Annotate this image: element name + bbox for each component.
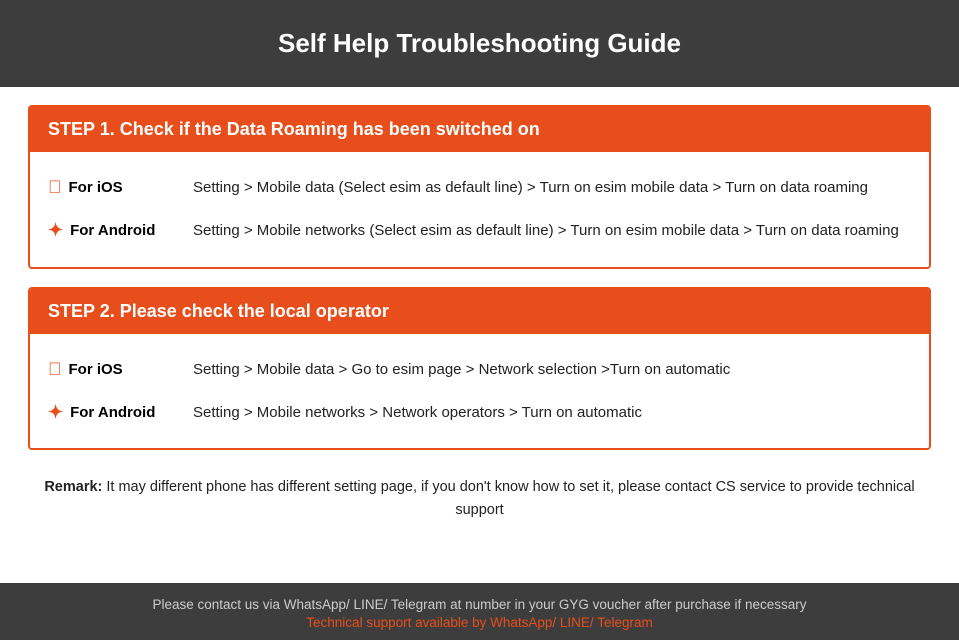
step1-android-label: ✦ For Android <box>48 219 193 241</box>
remark-section: Remark: It may different phone has diffe… <box>28 468 931 532</box>
page-title: Self Help Troubleshooting Guide <box>20 28 939 59</box>
step1-heading: STEP 1. Check if the Data Roaming has be… <box>48 119 540 139</box>
page-header: Self Help Troubleshooting Guide <box>0 0 959 87</box>
step2-header: STEP 2. Please check the local operator <box>30 289 929 334</box>
step2-body:  For iOS Setting > Mobile data > Go to … <box>30 334 929 449</box>
android-icon-2: ✦ <box>48 402 63 423</box>
step2-android-label: ✦ For Android <box>48 401 193 423</box>
step2-ios-row:  For iOS Setting > Mobile data > Go to … <box>48 348 911 391</box>
step1-android-text: Setting > Mobile networks (Select esim a… <box>193 219 911 242</box>
step1-ios-text: Setting > Mobile data (Select esim as de… <box>193 176 911 199</box>
step2-heading: STEP 2. Please check the local operator <box>48 301 389 321</box>
footer: Please contact us via WhatsApp/ LINE/ Te… <box>0 583 959 640</box>
step2-android-row: ✦ For Android Setting > Mobile networks … <box>48 391 911 434</box>
apple-icon:  <box>48 177 62 198</box>
step1-card: STEP 1. Check if the Data Roaming has be… <box>28 105 931 269</box>
step2-ios-text: Setting > Mobile data > Go to esim page … <box>193 358 911 381</box>
step1-android-row: ✦ For Android Setting > Mobile networks … <box>48 209 911 252</box>
step1-ios-row:  For iOS Setting > Mobile data (Select … <box>48 166 911 209</box>
step1-body:  For iOS Setting > Mobile data (Select … <box>30 152 929 267</box>
step2-ios-label:  For iOS <box>48 358 193 380</box>
main-content: STEP 1. Check if the Data Roaming has be… <box>0 87 959 583</box>
footer-support-text: Technical support available by WhatsApp/… <box>20 615 939 630</box>
remark-label: Remark: <box>44 479 102 495</box>
android-icon: ✦ <box>48 220 63 241</box>
apple-icon-2:  <box>48 359 62 380</box>
footer-contact-text: Please contact us via WhatsApp/ LINE/ Te… <box>20 597 939 612</box>
step2-card: STEP 2. Please check the local operator … <box>28 287 931 451</box>
step1-header: STEP 1. Check if the Data Roaming has be… <box>30 107 929 152</box>
step1-ios-label:  For iOS <box>48 176 193 198</box>
step2-android-text: Setting > Mobile networks > Network oper… <box>193 401 911 424</box>
remark-text: It may different phone has different set… <box>106 479 914 518</box>
